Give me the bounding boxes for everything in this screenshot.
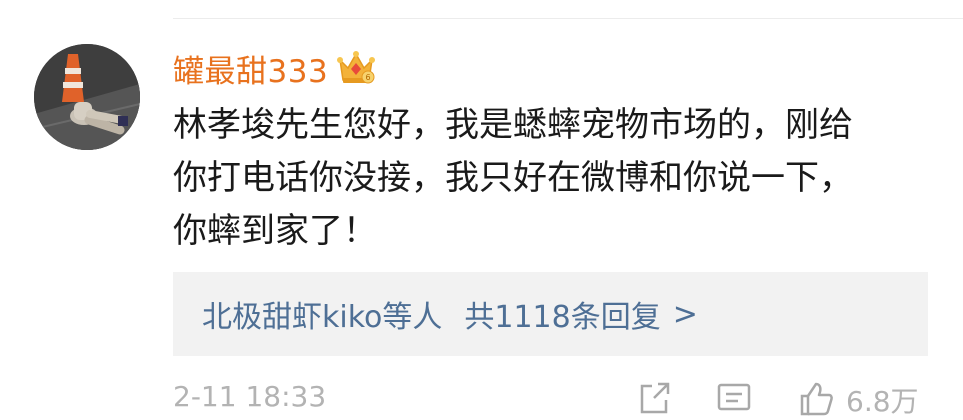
thumbs-up-icon[interactable]: [796, 378, 836, 418]
timestamp: 2-11 18:33: [173, 380, 327, 413]
svg-text:6: 6: [366, 73, 371, 82]
share-icon[interactable]: [634, 378, 674, 418]
top-divider: [173, 18, 963, 19]
reply-users[interactable]: 北极甜虾kiko等人: [202, 292, 442, 336]
comment-footer: 2-11 18:33 6.8万: [0, 372, 963, 418]
avatar[interactable]: [34, 44, 140, 150]
comment-line: 你蟀到家了！: [173, 211, 377, 251]
chevron-right-icon: >: [672, 296, 698, 332]
reply-count-link[interactable]: 共1118条回复: [464, 292, 660, 336]
comment-icon[interactable]: [714, 378, 754, 418]
comment-text: 林孝埈先生您好，我是蟋蟀宠物市场的，刚给 你打电话你没接，我只好在微博和你说一下…: [173, 99, 943, 258]
username[interactable]: 罐最甜333: [173, 46, 328, 91]
comment-line: 林孝埈先生您好，我是蟋蟀宠物市场的，刚给: [173, 105, 853, 145]
replies-box[interactable]: 北极甜虾kiko等人 共1118条回复 >: [173, 272, 928, 356]
crown-badge-icon: 6: [337, 51, 376, 84]
like-count: 6.8万: [846, 385, 919, 418]
username-row: 罐最甜333 6: [173, 44, 376, 92]
traffic-cone-avatar-image: [34, 44, 140, 150]
comment-line: 你打电话你没接，我只好在微博和你说一下，: [173, 158, 853, 198]
